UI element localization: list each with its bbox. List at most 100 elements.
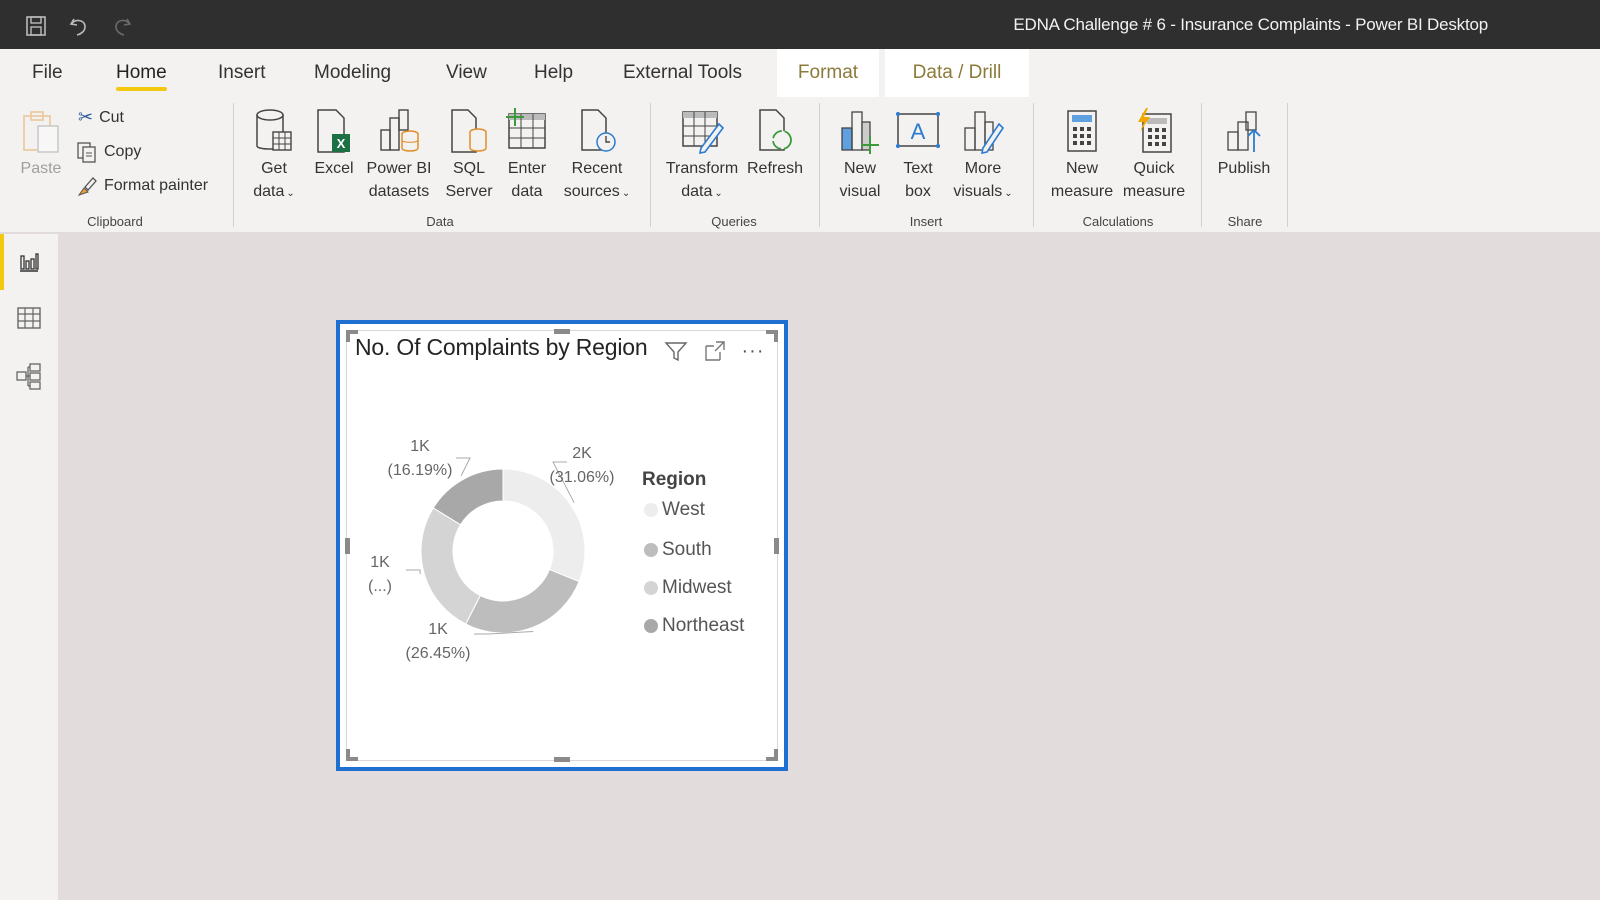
recent-sources-button[interactable]: Recent sources ⌄: [558, 105, 636, 205]
text-box-icon: A: [896, 112, 940, 148]
more-visuals-button[interactable]: More visuals ⌄: [948, 105, 1018, 205]
data-label-value: 1K: [410, 438, 430, 455]
group-label-calculations: Calculations: [1082, 214, 1154, 229]
tab-view[interactable]: View: [432, 49, 501, 97]
power-bi-datasets-button[interactable]: Power BI datasets: [364, 105, 434, 203]
datasets-icon: [380, 109, 419, 152]
group-separator: [650, 103, 651, 227]
quick-measure-icon: [1138, 108, 1172, 153]
excel-button[interactable]: X Excel: [310, 105, 358, 180]
tab-insert[interactable]: Insert: [204, 49, 280, 97]
transform-data-button[interactable]: Transform data ⌄: [662, 105, 742, 205]
format-painter-button[interactable]: Format painter: [76, 175, 208, 197]
resize-handle-bottom-left[interactable]: [346, 749, 350, 761]
excel-icon: X: [317, 109, 350, 153]
save-button[interactable]: [24, 14, 48, 38]
resize-handle-top-left[interactable]: [346, 330, 350, 342]
nav-report-view[interactable]: [0, 234, 58, 290]
resize-handle-bottom[interactable]: [554, 757, 570, 762]
tab-file[interactable]: File: [18, 49, 77, 97]
enter-data-button[interactable]: Enter data: [502, 105, 552, 203]
leader-line: [406, 569, 421, 575]
get-data-button[interactable]: Get data ⌄: [246, 105, 302, 205]
tab-data-drill[interactable]: Data / Drill: [885, 49, 1029, 97]
redo-icon: [115, 18, 132, 36]
chevron-down-icon: ⌄: [286, 188, 295, 199]
legend-title: Region: [642, 469, 707, 490]
group-separator: [819, 103, 820, 227]
data-label-value: 2K: [572, 445, 592, 462]
leader-line: [456, 457, 471, 477]
data-label-percent: (31.06%): [550, 469, 615, 486]
chevron-down-icon: ⌄: [1004, 188, 1013, 199]
more-visuals-icon: [964, 111, 1005, 154]
legend-marker: [644, 619, 658, 633]
resize-handle-bottom-right[interactable]: [774, 749, 778, 761]
text-box-button[interactable]: A Text box: [892, 105, 944, 203]
tab-home[interactable]: Home: [102, 49, 181, 97]
report-canvas[interactable]: [58, 234, 1600, 900]
group-separator: [1033, 103, 1034, 227]
legend-marker: [644, 543, 658, 557]
group-separator: [1287, 103, 1288, 227]
undo-button[interactable]: [67, 14, 91, 38]
chevron-down-icon: ⌄: [714, 188, 723, 199]
tab-help[interactable]: Help: [520, 49, 587, 97]
publish-icon: [1227, 111, 1261, 152]
paste-icon: [23, 111, 59, 153]
group-separator: [1201, 103, 1202, 227]
bar-chart-icon: [20, 253, 39, 272]
visual-title: No. Of Complaints by Region: [355, 334, 648, 360]
group-label-clipboard: Clipboard: [87, 214, 143, 229]
copy-button[interactable]: Copy: [76, 141, 141, 163]
tab-external-tools[interactable]: External Tools: [609, 49, 756, 97]
redo-button[interactable]: [110, 14, 134, 38]
refresh-icon: [759, 109, 792, 151]
table-icon: [17, 307, 41, 329]
data-label-percent: (...): [368, 578, 392, 595]
calculator-icon: [1067, 110, 1097, 152]
legend-item-midwest[interactable]: Midwest: [644, 577, 732, 599]
refresh-button[interactable]: Refresh: [744, 105, 806, 180]
donut-slice-south[interactable]: [465, 568, 580, 634]
group-label-share: Share: [1227, 214, 1263, 229]
nav-model-view[interactable]: [0, 348, 58, 404]
undo-icon: [69, 18, 86, 36]
data-label-value: 1K: [428, 621, 448, 638]
filter-button[interactable]: [663, 338, 689, 364]
window-title: EDNA Challenge # 6 - Insurance Complaint…: [1013, 15, 1488, 34]
more-options-icon: ···: [741, 339, 765, 362]
new-visual-button[interactable]: New visual: [834, 105, 886, 203]
paste-button[interactable]: Paste: [16, 105, 66, 180]
nav-data-view[interactable]: [0, 290, 58, 346]
database-icon: [256, 109, 292, 151]
new-measure-button[interactable]: New measure: [1046, 105, 1118, 203]
legend-marker: [644, 503, 658, 517]
model-icon: [16, 363, 41, 390]
title-bar: EDNA Challenge # 6 - Insurance Complaint…: [0, 0, 1600, 49]
svg-text:A: A: [911, 119, 926, 144]
focus-mode-icon: [705, 341, 725, 361]
tab-modeling[interactable]: Modeling: [300, 49, 405, 97]
filter-icon: [664, 342, 688, 362]
donut-slice-midwest[interactable]: [420, 507, 481, 625]
save-icon: [26, 16, 46, 36]
focus-mode-button[interactable]: [702, 338, 728, 364]
legend-item-northeast[interactable]: Northeast: [644, 615, 744, 637]
legend-item-south[interactable]: South: [644, 539, 712, 561]
enter-data-icon: [506, 108, 546, 149]
donut-chart: 2K (31.06%) 1K (26.45%) 1K (...) 1K (16.19%): [368, 438, 615, 662]
scissors-icon: ✂: [78, 107, 94, 127]
resize-handle-top-right[interactable]: [774, 330, 778, 342]
publish-button[interactable]: Publish: [1212, 105, 1276, 180]
resize-handle-right[interactable]: [774, 538, 779, 554]
legend-item-west[interactable]: West: [644, 499, 705, 521]
more-options-button[interactable]: ···: [740, 338, 766, 364]
ribbon-tabs: File Home Insert Modeling View Help Exte…: [0, 49, 1600, 97]
sql-server-button[interactable]: SQL Server: [442, 105, 496, 203]
donut-chart-visual[interactable]: No. Of Complaints by Region ··· 2K (31.06…: [336, 320, 788, 771]
copy-icon: [77, 142, 96, 163]
cut-button[interactable]: ✂ Cut: [78, 107, 124, 128]
quick-measure-button[interactable]: Quick measure: [1118, 105, 1190, 203]
tab-format[interactable]: Format: [777, 49, 879, 97]
